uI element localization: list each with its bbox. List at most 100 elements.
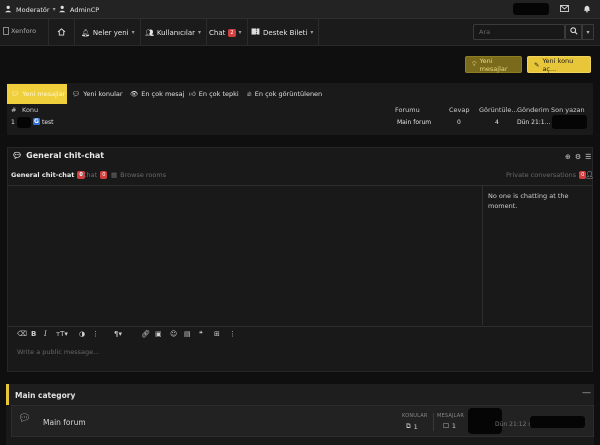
collapse-icon[interactable]: — [582,388,591,398]
quote-icon[interactable]: ❝ [199,330,203,338]
tab-new-topics[interactable]: 💬︎ Yeni konular [72,84,123,104]
chat-badge: 2 [228,28,236,37]
divider [433,413,434,431]
tab-new-messages[interactable]: 💬︎ Yeni mesajlar [7,84,67,104]
settings-icon[interactable]: ⚙ [575,153,581,161]
last-poster[interactable] [552,115,587,129]
link-icon[interactable]: 🔗︎ [141,330,150,338]
chat-title-text: General chit-chat [26,151,105,160]
media-icon[interactable]: ▤ [184,330,191,338]
nav-whats-new[interactable]: 🔔︎ Neler yeni ▾ [76,19,141,46]
smiley-icon[interactable]: ☺ [170,330,177,338]
home-icon [57,27,66,38]
search-icon [569,27,578,37]
thread-prefix: G [33,118,40,125]
tab-label: Yeni mesajlar [22,90,66,98]
table-row[interactable] [7,115,593,130]
moderator-menu[interactable]: Moderatör ▾ [5,0,56,19]
tab-label: En çok tepki [198,90,239,98]
user-shield-icon [5,5,13,15]
column-header: # [11,106,17,114]
site-logo[interactable]: Xenforo [3,27,36,35]
users-icon: 👥︎ [145,28,154,37]
threads-icon: ⧉ [406,422,411,430]
envelope-icon [559,5,569,14]
chat-messages-area[interactable] [8,185,483,325]
bold-icon[interactable]: B [31,330,36,338]
nav-support-ticket-label: Destek Bileti [263,28,308,37]
bell-icon: 🔔︎ [81,28,90,37]
chevron-down-icon: ▾ [310,29,314,36]
row-number: 1 [11,119,15,126]
search-options-dropdown[interactable]: ▾ [582,24,594,40]
tab-most-reactions[interactable]: 👍︎ En çok tepki [189,84,239,104]
user-account-menu[interactable] [513,3,549,15]
avatar[interactable] [17,117,31,128]
add-user-icon[interactable]: 👤︎ [585,171,594,179]
comment-icon: ☐ [443,422,449,430]
chat-tab-private-conversations[interactable]: Private conversations 0 [506,171,587,179]
search-input[interactable]: Ara [473,24,565,40]
broken-image-icon [3,27,9,35]
eraser-icon[interactable]: ⌫ [17,330,27,338]
more-options-icon[interactable]: ⋮ [229,330,236,338]
tab-label: En çok mesaj [141,90,185,98]
comments-icon: 💬︎ [72,90,81,98]
category-header[interactable] [6,384,594,405]
search-button[interactable] [565,24,582,40]
paragraph-icon[interactable]: ¶▾ [114,330,122,338]
chat-title: 💬︎ General chit-chat [12,151,104,160]
forum-title-link[interactable]: Main forum [43,418,86,427]
admincp-link[interactable]: AdminCP [59,0,99,19]
unread-badge: 0 [100,171,108,179]
nav-members[interactable]: 👥︎ Kullanıcılar ▾ [140,19,208,46]
column-header: Konu [22,106,39,114]
no-users-message: No one is chatting at the moment. [488,192,569,210]
tab-label: General chit-chat [11,171,75,179]
chevron-down-icon: ▾ [52,6,56,13]
logo-text: Xenforo [11,27,37,35]
messages-label: MESAJLAR [437,413,465,419]
new-topic-button[interactable]: ✎ Yeni konu aç... [527,56,591,73]
forum-link[interactable]: Main forum [397,119,431,126]
menu-icon[interactable]: ☰ [585,153,591,161]
chevron-down-icon: ▾ [131,29,135,36]
italic-icon[interactable]: I [44,330,47,338]
more-options-icon[interactable]: ⋮ [92,330,99,338]
nav-support-ticket[interactable]: Destek Bileti ▾ [246,19,320,46]
chat-header-actions: ⊕ ⚙ ☰ [565,153,591,161]
column-header: Forumu [395,106,420,114]
edit-icon: ✎ [534,60,540,69]
chat-tab-chat[interactable]: Chat 0 [82,171,108,179]
palette-icon[interactable]: ◑ [79,330,85,338]
plus-circle-icon[interactable]: ⊕ [565,153,571,161]
new-messages-button[interactable]: 💡︎ Yeni mesajlar [465,56,522,73]
tab-most-viewed[interactable]: 🔥︎ En çok görüntülenen [247,84,322,104]
table-icon[interactable]: ⊞ [214,330,220,338]
alerts-button[interactable] [578,2,596,17]
forum-status-icon: 💬︎ [18,413,31,424]
chat-tab-browse-rooms[interactable]: ▦ Browse rooms [111,171,166,179]
nav-chat[interactable]: Chat 2 ▾ [204,19,248,46]
last-poster[interactable] [530,416,585,428]
column-header: Cevap [449,106,470,114]
tab-label: Chat [82,171,98,179]
category-title[interactable]: Main category [15,391,75,400]
comments-icon: 💬︎ [11,90,20,98]
staff-bar: Moderatör ▾ AdminCP [0,0,600,19]
image-icon[interactable]: ▣ [155,330,162,338]
chevron-down-icon: ▾ [238,29,242,36]
inbox-button[interactable] [555,2,573,17]
admincp-label: AdminCP [70,5,100,14]
lightbulb-icon: 💡︎ [472,60,477,68]
view-count: 4 [495,119,499,126]
text-size-icon[interactable]: тT▾ [56,330,68,338]
home-link[interactable] [48,19,75,46]
eye-icon: 👁︎ [130,90,139,98]
chat-tab-general[interactable]: General chit-chat 0 [11,171,85,179]
comments-icon: 💬︎ [12,151,23,160]
thread-title-link[interactable]: test [42,119,54,126]
tab-most-messages[interactable]: 👁︎ En çok mesaj [130,84,184,104]
chat-message-input[interactable]: Write a public message... [17,348,99,356]
post-date: Dün 21:1... [517,119,551,126]
